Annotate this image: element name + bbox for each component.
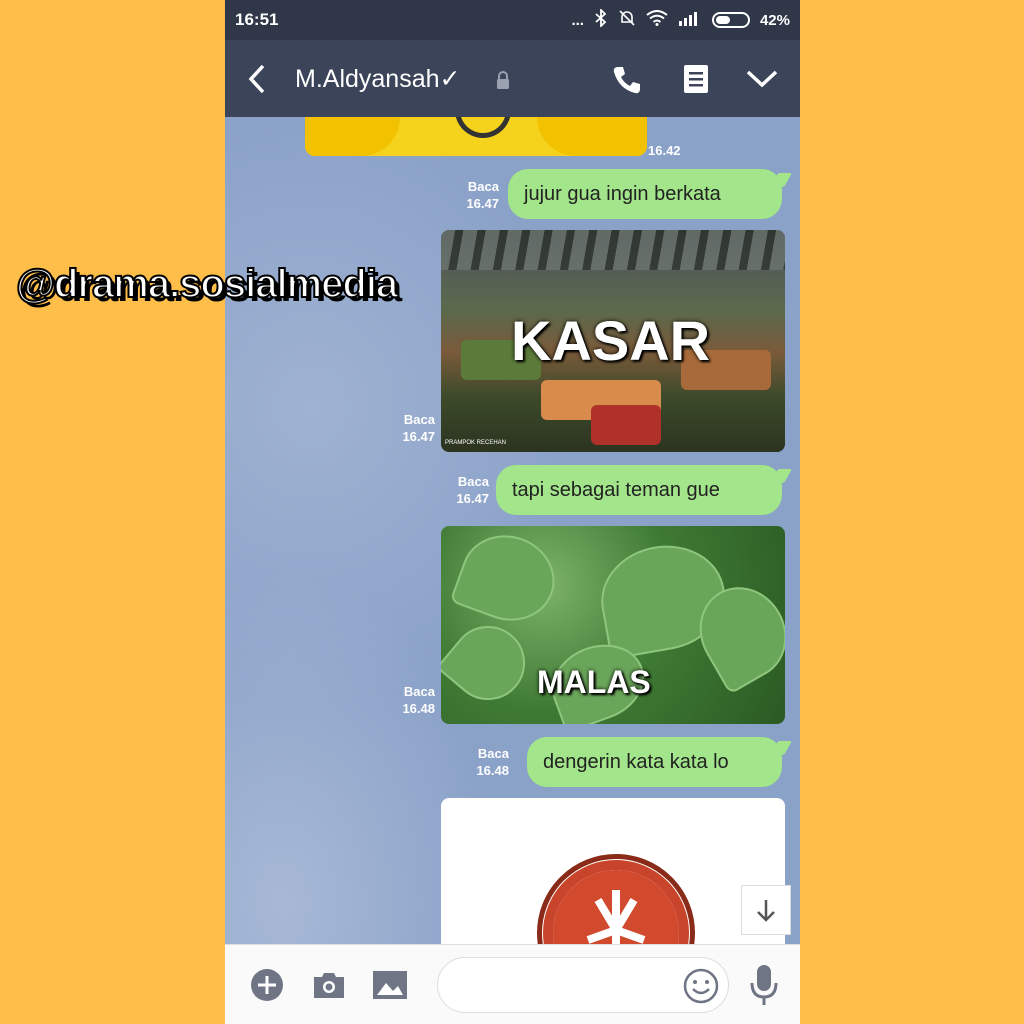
logo-emblem bbox=[553, 870, 679, 944]
message-meta: Baca 16.47 bbox=[455, 178, 499, 212]
leaf-shape bbox=[449, 526, 567, 634]
message-input[interactable] bbox=[437, 957, 729, 1013]
notes-icon[interactable] bbox=[683, 64, 709, 99]
image-caption: PRAMPOK RECEHAN bbox=[445, 440, 507, 446]
image-overlay-text: MALAS bbox=[537, 664, 651, 700]
chat-area[interactable]: 16.42 Baca 16.47 jujur gua ingin berkata… bbox=[225, 117, 800, 944]
read-status: Baca bbox=[467, 179, 499, 194]
message-time: 16.48 bbox=[476, 763, 509, 778]
message-time: 16.42 bbox=[648, 143, 681, 158]
status-time: 16:51 bbox=[235, 10, 279, 29]
microphone-icon[interactable] bbox=[749, 963, 779, 1012]
image-icon[interactable] bbox=[371, 967, 409, 1008]
message-meta: Baca 16.48 bbox=[391, 683, 435, 717]
plus-icon[interactable] bbox=[249, 967, 285, 1008]
contact-name[interactable]: M.Aldyansah✓ bbox=[295, 64, 460, 94]
sticker-smile bbox=[455, 117, 511, 138]
back-arrow-icon[interactable] bbox=[243, 62, 273, 96]
message-text: tapi sebagai teman gue bbox=[512, 479, 720, 501]
more-dots-icon: ... bbox=[571, 11, 584, 29]
message-bubble[interactable]: tapi sebagai teman gue bbox=[496, 465, 782, 515]
message-bubble[interactable]: dengerin kata kata lo bbox=[527, 737, 782, 787]
phone-icon[interactable] bbox=[611, 64, 643, 101]
battery-icon bbox=[711, 12, 750, 28]
message-meta: 16.42 bbox=[648, 142, 681, 159]
read-status: Baca bbox=[403, 412, 435, 427]
camera-icon[interactable] bbox=[311, 967, 347, 1008]
status-icons: ... 42% bbox=[571, 7, 790, 31]
leaf-shape bbox=[441, 610, 541, 716]
read-status: Baca bbox=[403, 684, 435, 699]
message-input-bar bbox=[225, 944, 800, 1024]
leaves-photo-message[interactable]: MALAS bbox=[441, 526, 785, 724]
message-bubble[interactable]: jujur gua ingin berkata bbox=[508, 169, 782, 219]
wifi-icon bbox=[646, 10, 668, 30]
chevron-down-icon[interactable] bbox=[745, 68, 779, 95]
read-status: Baca bbox=[457, 474, 489, 489]
message-text: jujur gua ingin berkata bbox=[524, 183, 721, 205]
message-meta: Baca 16.47 bbox=[445, 473, 489, 507]
tuning-fork-icon bbox=[586, 890, 646, 944]
status-bar: 16:51 ... 42% bbox=[225, 0, 800, 40]
message-meta: Baca 16.47 bbox=[391, 411, 435, 445]
scroll-down-button[interactable] bbox=[741, 885, 791, 935]
phone-screen: 16:51 ... 42% M.Aldyansah✓ 16.42 Baca 16… bbox=[225, 0, 800, 1024]
message-time: 16.47 bbox=[466, 196, 499, 211]
sticker-message[interactable] bbox=[305, 117, 647, 156]
message-time: 16.48 bbox=[402, 701, 435, 716]
market-photo-message[interactable]: KASAR PRAMPOK RECEHAN bbox=[441, 230, 785, 452]
sticker-shape-left bbox=[305, 117, 400, 156]
scroll-down-icon bbox=[757, 900, 775, 922]
message-time: 16.47 bbox=[402, 429, 435, 444]
emoji-icon[interactable] bbox=[682, 967, 720, 1010]
message-meta: Baca 16.48 bbox=[465, 745, 509, 779]
signal-icon bbox=[678, 10, 702, 30]
message-time: 16.47 bbox=[456, 491, 489, 506]
alarm-off-icon bbox=[618, 9, 636, 31]
watermark-text: @drama.sosialmedia bbox=[15, 261, 399, 307]
market-roof bbox=[441, 230, 785, 270]
image-overlay-text: KASAR bbox=[511, 309, 711, 372]
message-text: dengerin kata kata lo bbox=[543, 751, 729, 773]
read-status: Baca bbox=[477, 746, 509, 761]
battery-percent: 42% bbox=[759, 11, 790, 29]
logo-image-message[interactable] bbox=[441, 798, 785, 944]
bluetooth-icon bbox=[594, 7, 608, 31]
market-stall bbox=[591, 405, 661, 445]
chat-header: M.Aldyansah✓ bbox=[225, 40, 800, 117]
lock-icon bbox=[495, 70, 511, 95]
sticker-shape-right bbox=[537, 117, 647, 156]
